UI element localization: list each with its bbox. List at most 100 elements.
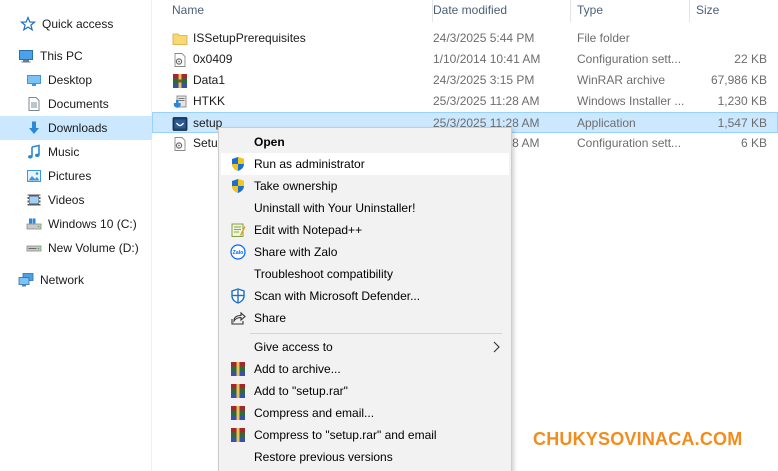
file-row[interactable]: HTKK 25/3/2025 11:28 AM Windows Installe… — [152, 91, 778, 112]
menu-item-label: Add to "setup.rar" — [254, 384, 348, 398]
sidebar-item-music[interactable]: Music — [0, 140, 152, 164]
menu-item-give-access-to[interactable]: Give access to — [221, 336, 509, 358]
menu-item-share-zalo[interactable]: Zalo Share with Zalo — [221, 241, 509, 263]
file-date: 24/3/2025 5:44 PM — [433, 31, 535, 45]
file-date: 24/3/2025 3:15 PM — [433, 73, 535, 87]
column-header-size[interactable]: Size — [690, 0, 770, 22]
column-header-type[interactable]: Type — [571, 0, 690, 22]
menu-item-add-to-setup-rar[interactable]: Add to "setup.rar" — [221, 380, 509, 402]
sidebar-item-quick-access[interactable]: Quick access — [0, 12, 152, 36]
column-header-date[interactable]: Date modified — [427, 0, 571, 22]
sidebar-item-label: New Volume (D:) — [48, 241, 139, 255]
menu-item-label: Compress and email... — [254, 406, 375, 420]
sidebar-item-videos[interactable]: Videos — [0, 188, 152, 212]
file-size: 67,986 KB — [710, 73, 767, 87]
file-type: WinRAR archive — [577, 73, 666, 87]
file-row[interactable]: Data1 24/3/2025 3:15 PM WinRAR archive 6… — [152, 70, 778, 91]
file-row[interactable]: 0x0409 1/10/2014 10:41 AM Configuration … — [152, 49, 778, 70]
sidebar-item-label: Pictures — [48, 169, 92, 183]
context-menu: Open Run as administrator Take ownership… — [218, 127, 512, 471]
documents-folder-icon — [28, 97, 40, 111]
file-name: Data1 — [193, 73, 226, 87]
sidebar-item-downloads[interactable]: Downloads — [0, 116, 152, 140]
menu-item-uninstall[interactable]: Uninstall with Your Uninstaller! — [221, 197, 509, 219]
file-name: ISSetupPrerequisites — [193, 31, 306, 45]
chevron-right-icon — [493, 341, 500, 353]
downloads-folder-icon — [29, 121, 39, 134]
file-size: 1,230 KB — [717, 94, 767, 108]
desktop-folder-icon — [27, 75, 41, 86]
column-header-name[interactable]: Name — [166, 0, 433, 22]
column-header-row: Name Date modified Type Size — [152, 0, 778, 22]
menu-item-label: Troubleshoot compatibility — [254, 267, 393, 281]
sidebar-item-label: Network — [40, 273, 85, 287]
menu-item-label: Share — [254, 311, 287, 325]
file-type: Windows Installer ... — [577, 94, 685, 108]
winrar-icon — [231, 406, 245, 420]
sidebar-item-new-volume-d[interactable]: New Volume (D:) — [0, 236, 152, 260]
sidebar-item-windows-c[interactable]: Windows 10 (C:) — [0, 212, 152, 236]
navigation-pane: Quick access This PC Desktop Documents D… — [0, 0, 152, 471]
menu-item-restore-previous-versions[interactable]: Restore previous versions — [221, 446, 509, 468]
uac-shield-icon — [232, 179, 244, 193]
sidebar-item-this-pc[interactable]: This PC — [0, 44, 152, 68]
share-icon — [231, 311, 246, 325]
menu-item-take-ownership[interactable]: Take ownership — [221, 175, 509, 197]
menu-item-compress-and-email[interactable]: Compress and email... — [221, 402, 509, 424]
sidebar-item-label: Desktop — [48, 73, 93, 87]
sidebar-item-label: Downloads — [48, 121, 108, 135]
watermark-text: CHUKYSOVINACA.COM — [533, 429, 743, 449]
sidebar-item-label: Windows 10 (C:) — [48, 217, 137, 231]
menu-item-edit-notepadpp[interactable]: Edit with Notepad++ — [221, 219, 509, 241]
notepadpp-icon — [231, 223, 246, 237]
menu-item-label: Add to archive... — [254, 362, 341, 376]
sidebar-item-desktop[interactable]: Desktop — [0, 68, 152, 92]
menu-item-troubleshoot[interactable]: Troubleshoot compatibility — [221, 263, 509, 285]
pictures-folder-icon — [27, 170, 41, 182]
system-drive-icon — [26, 218, 42, 230]
menu-item-label: Run as administrator — [254, 157, 365, 171]
network-icon — [18, 273, 34, 287]
installer-icon — [173, 95, 187, 108]
file-size: 22 KB — [734, 52, 767, 66]
menu-item-run-as-administrator[interactable]: Run as administrator — [221, 153, 509, 175]
file-size — [690, 28, 767, 49]
zalo-icon: Zalo — [230, 244, 246, 260]
sidebar-item-network[interactable]: Network — [0, 268, 152, 292]
menu-item-label: Uninstall with Your Uninstaller! — [254, 201, 416, 215]
file-date: 1/10/2014 10:41 AM — [433, 52, 541, 66]
file-type: Application — [577, 116, 636, 130]
file-date: 25/3/2025 11:28 AM — [433, 94, 540, 108]
file-name: HTKK — [193, 94, 226, 108]
file-size: 1,547 KB — [717, 116, 767, 130]
file-explorer-window: Quick access This PC Desktop Documents D… — [0, 0, 778, 471]
menu-item-label: Scan with Microsoft Defender... — [254, 289, 421, 303]
sidebar-item-label: Videos — [48, 193, 85, 207]
file-type: Configuration sett... — [577, 52, 682, 66]
music-folder-icon — [28, 144, 40, 159]
application-icon — [172, 116, 188, 131]
file-row[interactable]: ISSetupPrerequisites 24/3/2025 5:44 PM F… — [152, 28, 778, 49]
menu-item-label: Edit with Notepad++ — [254, 223, 363, 237]
file-type: Configuration sett... — [577, 136, 682, 150]
defender-icon — [231, 288, 245, 304]
menu-item-compress-to-setup-rar-email[interactable]: Compress to "setup.rar" and email — [221, 424, 509, 446]
winrar-icon — [231, 362, 245, 376]
menu-separator — [250, 333, 502, 334]
menu-item-scan-defender[interactable]: Scan with Microsoft Defender... — [221, 285, 509, 307]
menu-item-open[interactable]: Open — [221, 131, 509, 153]
file-type: File folder — [577, 31, 630, 45]
sidebar-item-pictures[interactable]: Pictures — [0, 164, 152, 188]
sidebar-item-documents[interactable]: Documents — [0, 92, 152, 116]
sidebar-item-label: Music — [48, 145, 80, 159]
menu-item-add-to-archive[interactable]: Add to archive... — [221, 358, 509, 380]
config-file-icon — [174, 52, 186, 67]
menu-item-label: Give access to — [254, 340, 333, 354]
folder-icon — [172, 33, 188, 45]
star-icon — [20, 16, 36, 32]
sidebar-item-label: Quick access — [42, 17, 114, 31]
menu-item-share[interactable]: Share — [221, 307, 509, 329]
winrar-icon — [231, 384, 245, 398]
computer-icon — [19, 50, 33, 63]
winrar-icon — [231, 428, 245, 442]
